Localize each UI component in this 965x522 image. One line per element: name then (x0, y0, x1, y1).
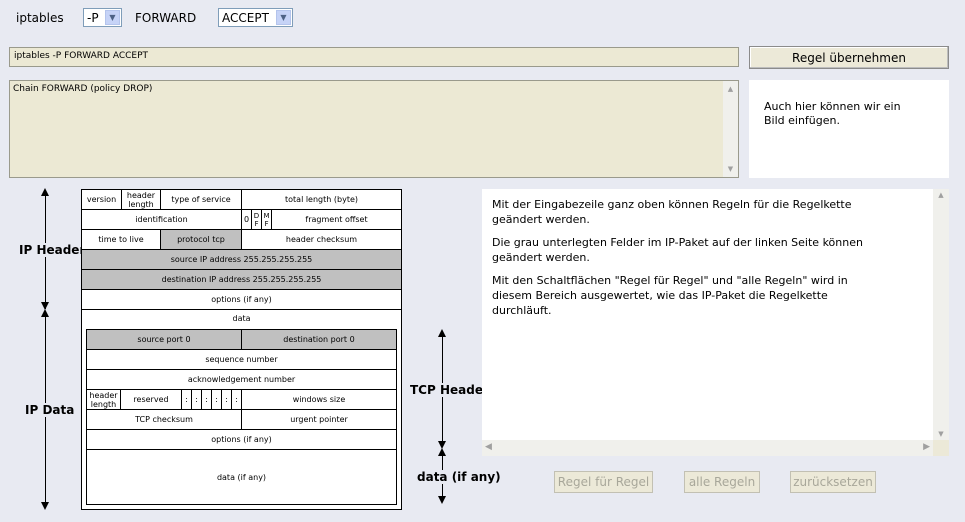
source-ip-field[interactable]: source IP address 255.255.255.255 (81, 249, 402, 270)
total-length-field: total length (byte) (241, 189, 402, 210)
ip-data-field-label: data (232, 314, 251, 323)
scrollbar-corner (933, 440, 949, 456)
arrow-up-icon (41, 309, 49, 317)
window-size-field: windows size (241, 389, 397, 410)
command-input[interactable]: iptables -P FORWARD ACCEPT (9, 47, 739, 67)
output-text: Chain FORWARD (policy DROP) (13, 84, 153, 94)
scroll-down-icon[interactable]: ▼ (723, 162, 738, 176)
apply-rule-button[interactable]: Regel übernehmen (749, 46, 949, 69)
header-length-field: header length (121, 189, 161, 210)
urgent-pointer-field: urgent pointer (241, 409, 397, 430)
chevron-down-icon: ▼ (105, 10, 120, 25)
arrow-up-icon (438, 329, 446, 337)
arrow-up-icon (41, 188, 49, 196)
scroll-down-icon[interactable]: ▼ (933, 430, 949, 438)
source-port-field[interactable]: source port 0 (86, 329, 242, 350)
info-paragraph: Die grau unterlegten Felder im IP-Paket … (492, 236, 863, 264)
tcp-data-label: data (if any) (416, 470, 502, 484)
destination-ip-field[interactable]: destination IP address 255.255.255.255 (81, 269, 402, 290)
arrow-down-icon (438, 496, 446, 504)
target-select[interactable]: ACCEPT ▼ (218, 8, 293, 27)
all-rules-button[interactable]: alle Regeln (684, 471, 760, 493)
destination-port-field[interactable]: destination port 0 (241, 329, 397, 350)
scroll-right-icon[interactable]: ▶ (923, 442, 930, 452)
reset-button[interactable]: zurücksetzen (790, 471, 876, 493)
iptables-label: iptables (16, 11, 64, 25)
type-of-service-field: type of service (160, 189, 242, 210)
ip-options-field: options (if any) (81, 289, 402, 310)
info-paragraph: Mit der Eingabezeile ganz oben können Re… (492, 198, 852, 226)
info-panel: Mit der Eingabezeile ganz oben können Re… (482, 189, 949, 456)
scroll-up-icon[interactable]: ▲ (723, 82, 738, 96)
ip-data-label: IP Data (24, 403, 76, 417)
header-checksum-field: header checksum (241, 229, 402, 250)
scroll-left-icon[interactable]: ◀ (485, 442, 492, 452)
sequence-number-field: sequence number (86, 349, 397, 370)
tcp-data-field: data (if any) (86, 449, 397, 505)
output-textarea[interactable]: Chain FORWARD (policy DROP) ▲ ▼ (9, 80, 739, 178)
ack-number-field: acknowledgement number (86, 369, 397, 390)
info-paragraph: Mit den Schaltflächen "Regel für Regel" … (492, 274, 848, 317)
reserved-field: reserved (120, 389, 182, 410)
tcp-checksum-field: TCP checksum (86, 409, 242, 430)
image-placeholder: Auch hier können wir ein Bild einfügen. (749, 80, 949, 178)
tcp-header-label: TCP Header (409, 383, 490, 397)
ip-header-label: IP Header (18, 243, 87, 257)
arrow-down-icon (41, 502, 49, 510)
output-scrollbar[interactable]: ▲ ▼ (723, 81, 738, 177)
time-to-live-field: time to live (81, 229, 161, 250)
chain-label: FORWARD (135, 11, 197, 25)
tcp-options-field: options (if any) (86, 429, 397, 450)
arrow-up-icon (438, 448, 446, 456)
chevron-down-icon: ▼ (276, 10, 291, 25)
image-placeholder-text: Auch hier können wir ein Bild einfügen. (764, 100, 901, 127)
rule-by-rule-button[interactable]: Regel für Regel (554, 471, 653, 493)
policy-select-value: -P (87, 10, 99, 25)
info-vertical-scrollbar[interactable]: ▲ ▼ (933, 189, 949, 440)
scroll-up-icon[interactable]: ▲ (933, 191, 949, 199)
fragment-offset-field: fragment offset (271, 209, 402, 230)
target-select-value: ACCEPT (222, 10, 269, 25)
tcp-header-length-field: header length (86, 389, 121, 410)
info-horizontal-scrollbar[interactable]: ◀ ▶ (482, 440, 933, 456)
protocol-field[interactable]: protocol tcp (160, 229, 242, 250)
version-field: version (81, 189, 122, 210)
policy-select[interactable]: -P ▼ (83, 8, 122, 27)
identification-field: identification (81, 209, 242, 230)
